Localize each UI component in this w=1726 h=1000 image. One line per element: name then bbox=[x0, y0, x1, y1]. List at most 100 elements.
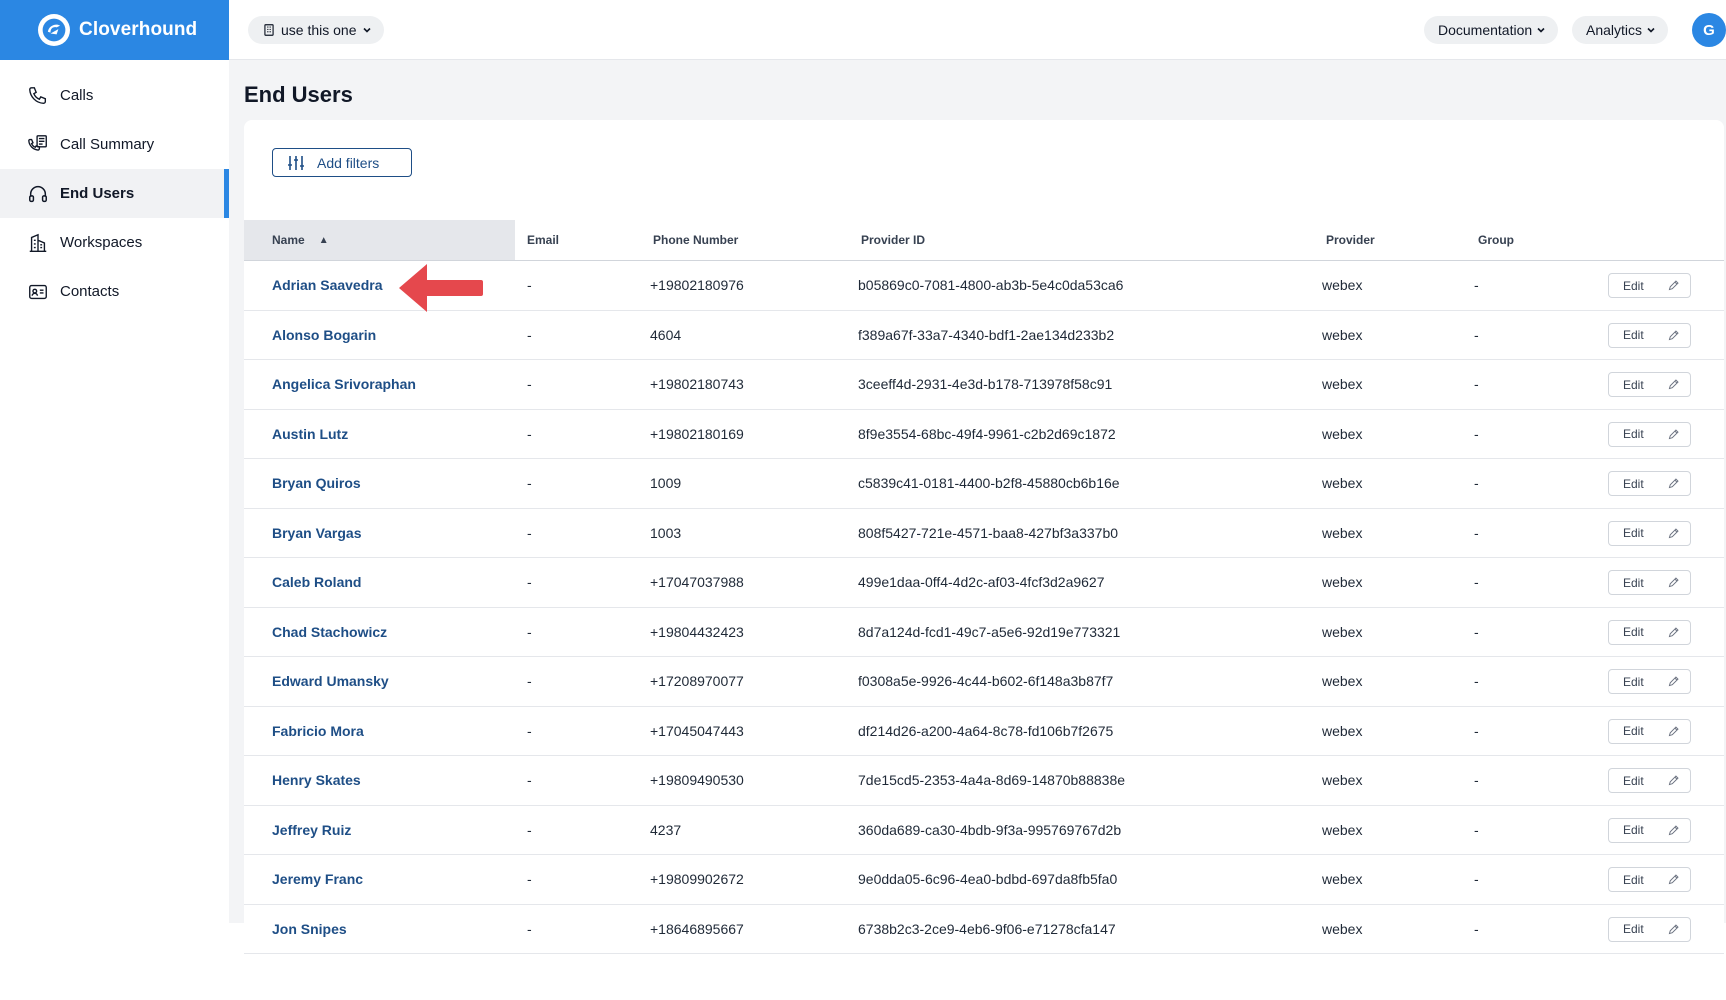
group-cell: - bbox=[1474, 475, 1479, 491]
user-name-link[interactable]: Chad Stachowicz bbox=[272, 608, 387, 656]
provider-id-cell: 808f5427-721e-4571-baa8-427bf3a337b0 bbox=[858, 524, 1119, 541]
column-header-provider[interactable]: Provider bbox=[1314, 220, 1375, 260]
edit-label: Edit bbox=[1623, 328, 1644, 342]
workspace-switcher[interactable]: use this one bbox=[248, 16, 384, 44]
page-title: End Users bbox=[244, 82, 353, 107]
edit-button[interactable]: Edit bbox=[1608, 916, 1691, 942]
edit-button[interactable]: Edit bbox=[1608, 867, 1691, 892]
end-users-card: Add filters Name ▲ Email Phone Number Pr… bbox=[244, 120, 1724, 1000]
edit-button[interactable]: Edit bbox=[1608, 520, 1691, 546]
sidebar-item-calls[interactable]: Calls bbox=[0, 71, 229, 120]
sidebar-item-label: Contacts bbox=[60, 283, 120, 300]
group-cell: - bbox=[1474, 772, 1479, 788]
provider-cell: webex bbox=[1322, 871, 1363, 887]
provider-id-cell: 9e0dda05-6c96-4ea0-bdbd-697da8fb5fa0 bbox=[858, 871, 1118, 887]
edit-button[interactable]: Edit bbox=[1608, 817, 1691, 843]
email-cell: - bbox=[527, 623, 532, 640]
phone-number-cell: +19804432423 bbox=[650, 623, 744, 640]
annotation-arrow-icon bbox=[399, 264, 483, 312]
sidebar-item-call-summary[interactable]: Call Summary bbox=[0, 120, 229, 169]
pencil-icon bbox=[1668, 527, 1679, 538]
sidebar-item-end-users[interactable]: End Users bbox=[0, 169, 229, 218]
edit-button[interactable]: Edit bbox=[1608, 718, 1691, 744]
user-name-link[interactable]: Bryan Quiros bbox=[272, 459, 361, 507]
email-cell: - bbox=[527, 277, 532, 293]
edit-button[interactable]: Edit bbox=[1608, 471, 1691, 496]
sidebar: Cloverhound Calls Call Summary End Users bbox=[0, 0, 230, 923]
provider-cell: webex bbox=[1322, 524, 1363, 541]
user-name-link[interactable]: Jon Snipes bbox=[272, 905, 347, 953]
provider-cell: webex bbox=[1322, 772, 1363, 788]
pencil-icon bbox=[1668, 775, 1679, 786]
sidebar-item-workspaces[interactable]: Workspaces bbox=[0, 218, 229, 267]
phone-number-cell: 1003 bbox=[650, 524, 682, 541]
edit-button[interactable]: Edit bbox=[1608, 322, 1691, 348]
provider-cell: webex bbox=[1322, 722, 1363, 739]
email-cell: - bbox=[527, 524, 532, 541]
provider-id-cell: 7de15cd5-2353-4a4a-8d69-14870b88838e bbox=[858, 772, 1126, 788]
group-cell: - bbox=[1474, 673, 1479, 689]
sidebar-item-label: Calls bbox=[60, 87, 94, 104]
user-name-link[interactable]: Jeremy Franc bbox=[272, 855, 363, 903]
user-name-link[interactable]: Bryan Vargas bbox=[272, 509, 362, 557]
analytics-menu[interactable]: Analytics bbox=[1572, 16, 1669, 44]
edit-label: Edit bbox=[1623, 625, 1644, 639]
column-header-name[interactable]: Name ▲ bbox=[244, 220, 515, 260]
table-row: Alonso Bogarin - 4604 f389a67f-33a7-4340-bd… bbox=[244, 311, 1724, 360]
documentation-menu[interactable]: Documentation bbox=[1424, 16, 1559, 44]
edit-label: Edit bbox=[1623, 823, 1644, 837]
edit-label: Edit bbox=[1623, 377, 1644, 392]
email-cell: - bbox=[527, 772, 532, 788]
edit-button[interactable]: Edit bbox=[1608, 570, 1691, 595]
table-row: Jeremy Franc - +19809902672 9e0dda05-6c96-4… bbox=[244, 855, 1724, 905]
pencil-icon bbox=[1668, 428, 1679, 439]
sidebar-item-label: Workspaces bbox=[60, 234, 143, 251]
edit-button[interactable]: Edit bbox=[1608, 768, 1691, 793]
table-row: Austin Lutz - +19802180169 8f9e3554-68bc-49… bbox=[244, 410, 1724, 459]
pencil-icon bbox=[1668, 280, 1679, 291]
edit-label: Edit bbox=[1623, 575, 1644, 590]
brand-header[interactable]: Cloverhound bbox=[0, 0, 229, 60]
group-cell: - bbox=[1474, 871, 1479, 887]
user-name-link[interactable]: Jeffrey Ruiz bbox=[272, 806, 351, 854]
provider-cell: webex bbox=[1322, 326, 1363, 343]
user-name-link[interactable]: Fabricio Mora bbox=[272, 707, 364, 755]
edit-button[interactable]: Edit bbox=[1608, 421, 1691, 447]
user-name-link[interactable]: Alonso Bogarin bbox=[272, 311, 376, 359]
table-body: Adrian Saavedra - +19802180976 b05869c0-708… bbox=[244, 261, 1724, 954]
provider-id-cell: f0308a5e-9926-4c44-b602-6f148a3b87f7 bbox=[858, 673, 1114, 689]
user-name-link[interactable]: Henry Skates bbox=[272, 756, 361, 804]
group-cell: - bbox=[1474, 524, 1479, 541]
edit-button[interactable]: Edit bbox=[1608, 372, 1691, 397]
column-header-group[interactable]: Group bbox=[1466, 220, 1514, 260]
provider-id-cell: 360da689-ca30-4bdb-9f3a-995769767d2b bbox=[858, 821, 1122, 838]
edit-label: Edit bbox=[1623, 773, 1644, 788]
edit-button[interactable]: Edit bbox=[1608, 273, 1691, 298]
column-header-phone-number[interactable]: Phone Number bbox=[641, 220, 738, 260]
edit-button[interactable]: Edit bbox=[1608, 619, 1691, 645]
add-filters-button[interactable]: Add filters bbox=[272, 148, 412, 177]
user-name-link[interactable]: Caleb Roland bbox=[272, 558, 361, 606]
phone-number-cell: +19802180743 bbox=[650, 376, 744, 392]
user-name-link[interactable]: Edward Umansky bbox=[272, 657, 389, 705]
provider-cell: webex bbox=[1322, 475, 1363, 491]
sidebar-item-contacts[interactable]: Contacts bbox=[0, 267, 229, 316]
table-header: Name ▲ Email Phone Number Provider ID Pr… bbox=[244, 220, 1724, 261]
edit-button[interactable]: Edit bbox=[1608, 669, 1691, 694]
edit-label: Edit bbox=[1623, 922, 1644, 936]
user-name-link[interactable]: Adrian Saavedra bbox=[272, 261, 383, 309]
email-cell: - bbox=[527, 821, 532, 838]
column-header-email[interactable]: Email bbox=[515, 220, 559, 260]
provider-id-cell: 3ceeff4d-2931-4e3d-b178-713978f58c91 bbox=[858, 376, 1113, 392]
column-header-provider-id[interactable]: Provider ID bbox=[849, 220, 925, 260]
table-row: Jeffrey Ruiz - 4237 360da689-ca30-4bdb-9f3a… bbox=[244, 806, 1724, 855]
add-filters-label: Add filters bbox=[317, 154, 380, 171]
user-name-link[interactable]: Austin Lutz bbox=[272, 410, 348, 458]
group-cell: - bbox=[1474, 623, 1479, 640]
user-avatar[interactable]: G bbox=[1692, 13, 1726, 47]
user-name-link[interactable]: Angelica Srivoraphan bbox=[272, 360, 416, 408]
sidebar-item-label: End Users bbox=[60, 185, 135, 202]
edit-label: Edit bbox=[1623, 674, 1644, 689]
pencil-icon bbox=[1668, 379, 1679, 390]
contact-card-icon bbox=[29, 284, 47, 299]
